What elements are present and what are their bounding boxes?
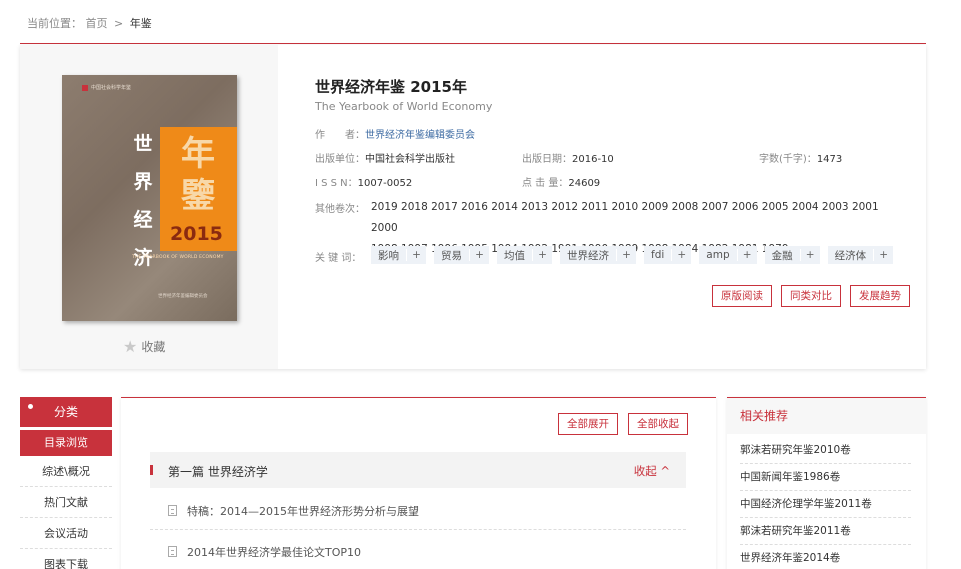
sidebar-item-charts[interactable]: 图表下载 [20, 549, 112, 569]
cover-publisher-logo: 中国社会科学年鉴 [82, 84, 131, 91]
recommend-panel: 相关推荐 郭沫若研究年鉴2010卷 中国新闻年鉴1986卷 中国经济伦理学年鉴2… [727, 397, 926, 569]
book-info: 世界经济年鉴 2015年 The Yearbook of World Econo… [315, 45, 915, 369]
cover-year: 2015 [170, 223, 223, 245]
breadcrumb-home-link[interactable]: 首页 [86, 17, 108, 30]
plus-icon[interactable]: + [532, 249, 552, 261]
breadcrumb-prefix: 当前位置： [27, 17, 82, 30]
trend-button[interactable]: 发展趋势 [850, 285, 910, 307]
sidebar-item-events[interactable]: 会议活动 [20, 518, 112, 549]
volumes-label: 其他卷次： [315, 204, 365, 215]
book-actions: 原版阅读 同类对比 发展趋势 [712, 285, 910, 307]
sidebar-item-catalog[interactable]: 目录浏览 [20, 430, 112, 456]
document-icon [168, 505, 177, 516]
sidebar-item-hot[interactable]: 热门文献 [20, 487, 112, 518]
recommend-title: 相关推荐 [727, 398, 926, 434]
breadcrumb: 当前位置： 首页 > 年鉴 [27, 15, 152, 31]
plus-icon[interactable]: + [736, 249, 757, 261]
catalog-actions: 全部展开 全部收起 [558, 413, 688, 435]
publisher-row: 出版单位：中国社会科学出版社 [315, 154, 455, 165]
plus-icon[interactable]: + [469, 249, 489, 261]
words-row: 字数(千字)：1473 [759, 154, 843, 165]
favorite-label: 收藏 [141, 340, 166, 354]
list-item[interactable]: 2014年世界经济学最佳论文TOP10 [168, 544, 361, 560]
read-original-button[interactable]: 原版阅读 [712, 285, 772, 307]
plus-icon[interactable]: + [873, 249, 893, 261]
recommend-item[interactable]: 郭沫若研究年鉴2011卷 [740, 518, 911, 545]
category-sidebar: 分类 目录浏览 综述\概况 热门文献 会议活动 图表下载 [20, 397, 112, 569]
keyword-tag[interactable]: 经济体 + [827, 246, 894, 264]
recommend-item[interactable]: 郭沫若研究年鉴2010卷 [740, 437, 911, 464]
dot-icon [28, 404, 33, 409]
cover-publisher-bottom: 世界经济年鉴编辑委员会 [158, 294, 208, 299]
keyword-tag[interactable]: 均值 + [497, 246, 552, 264]
plus-icon[interactable]: + [406, 249, 426, 261]
book-detail-panel: 中国社会科学年鉴 世 界 经 济 年鑒 2015 THE YEARBOOK OF… [20, 45, 926, 369]
plus-icon[interactable]: + [671, 249, 691, 261]
cover-big-chars: 年鑒 [181, 134, 215, 216]
cover-orange-block: 年鑒 2015 [160, 127, 237, 251]
words-value: 1473 [816, 154, 843, 165]
chapter-marker [150, 465, 153, 475]
top-divider [20, 43, 926, 44]
volumes-line-1[interactable]: 2019 2018 2017 2016 2014 2013 2012 2011 … [371, 197, 891, 239]
issn-value: 1007-0052 [357, 178, 413, 189]
recommend-item[interactable]: 中国经济伦理学年鉴2011卷 [740, 491, 911, 518]
collapse-all-button[interactable]: 全部收起 [628, 413, 688, 435]
keywords-label: 关 键 词： [315, 253, 362, 264]
publisher-value: 中国社会科学出版社 [365, 154, 455, 165]
author-row: 作 者：世界经济年鉴编辑委员会 [315, 130, 475, 141]
keyword-tag[interactable]: 世界经济 + [560, 246, 636, 264]
breadcrumb-separator: > [114, 17, 124, 30]
cover-column: 中国社会科学年鉴 世 界 经 济 年鑒 2015 THE YEARBOOK OF… [20, 45, 278, 369]
breadcrumb-current: 年鉴 [129, 17, 152, 30]
plus-icon[interactable]: + [799, 249, 820, 261]
cover-english-title: THE YEARBOOK OF WORLD ECONOMY [132, 255, 224, 260]
keywords-list: 影响 + 贸易 + 均值 + 世界经济 + fdi + amp + 金融 + 经济体 + [371, 246, 894, 264]
chapter-header[interactable]: 第一篇 世界经济学 收起 ^ [150, 452, 686, 488]
recommend-item[interactable]: 中国新闻年鉴1986卷 [740, 464, 911, 491]
book-subtitle: The Yearbook of World Economy [315, 100, 493, 113]
keyword-tag[interactable]: 贸易 + [434, 246, 489, 264]
favorite-button[interactable]: ★ 收藏 [123, 337, 165, 356]
book-title: 世界经济年鉴 2015年 [315, 78, 467, 96]
date-value: 2016-10 [572, 154, 614, 165]
catalog-panel: 全部展开 全部收起 第一篇 世界经济学 收起 ^ 特稿：2014—2015年世界… [121, 397, 716, 569]
keyword-tag[interactable]: amp + [699, 246, 757, 264]
book-cover-image[interactable]: 中国社会科学年鉴 世 界 经 济 年鑒 2015 THE YEARBOOK OF… [62, 75, 237, 321]
recommend-item[interactable]: 世界经济年鉴2014卷 [740, 545, 911, 569]
compare-similar-button[interactable]: 同类对比 [781, 285, 841, 307]
issn-row: I S S N：1007-0052 [315, 178, 413, 189]
author-link[interactable]: 世界经济年鉴编辑委员会 [365, 130, 475, 141]
date-row: 出版日期：2016-10 [522, 154, 614, 165]
category-header: 分类 [20, 397, 112, 427]
list-item[interactable]: 特稿：2014—2015年世界经济形势分析与展望 [168, 503, 419, 519]
chapter-title[interactable]: 第一篇 世界经济学 [168, 463, 268, 480]
divider [150, 529, 686, 530]
keyword-tag[interactable]: 影响 + [371, 246, 426, 264]
clicks-value: 24609 [568, 178, 601, 189]
star-icon: ★ [123, 337, 138, 356]
keyword-tag[interactable]: fdi + [644, 246, 692, 264]
document-icon [168, 546, 177, 557]
sidebar-item-overview[interactable]: 综述\概况 [20, 456, 112, 487]
chapter-collapse-toggle[interactable]: 收起 ^ [634, 463, 670, 479]
keyword-tag[interactable]: 金融 + [764, 246, 820, 264]
expand-all-button[interactable]: 全部展开 [558, 413, 618, 435]
plus-icon[interactable]: + [616, 249, 636, 261]
clicks-row: 点 击 量：24609 [522, 178, 601, 189]
